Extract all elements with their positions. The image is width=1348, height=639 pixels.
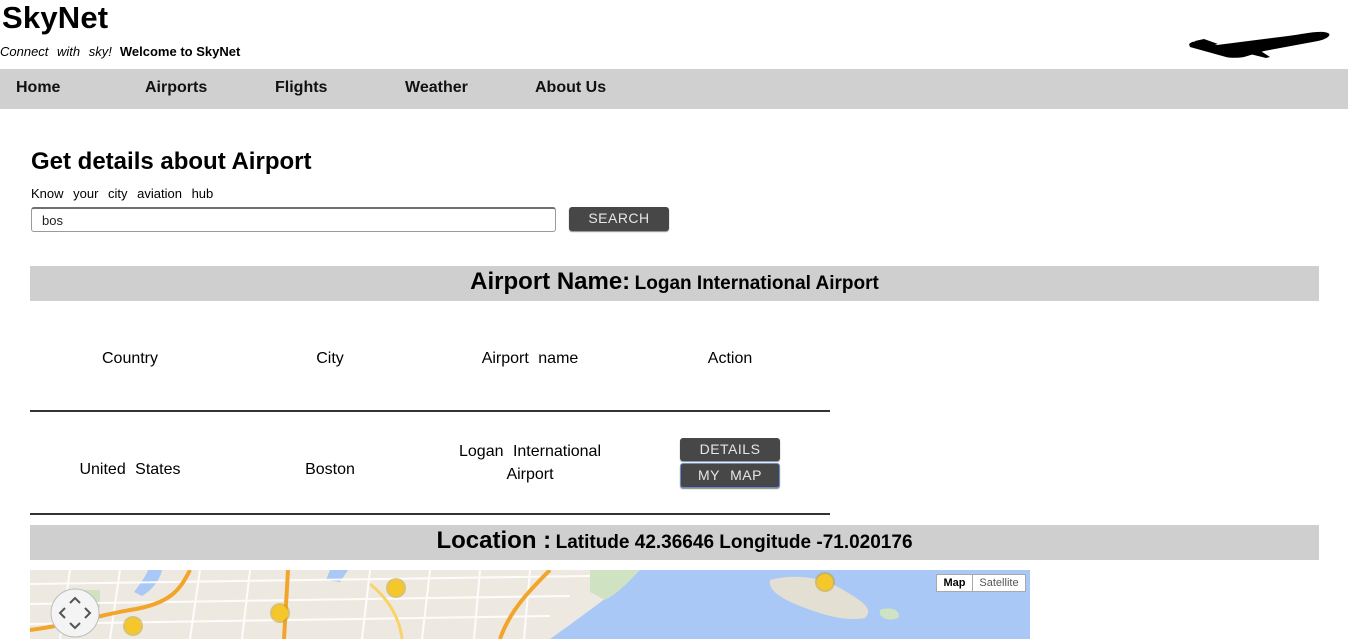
airplane-icon xyxy=(1189,31,1330,58)
location-coordinates: Latitude 42.36646 Longitude -71.020176 xyxy=(555,532,913,553)
nav-airports[interactable]: Airports xyxy=(145,69,207,109)
main-nav: Home Airports Flights Weather About Us xyxy=(0,69,1348,109)
airport-search-input[interactable] xyxy=(31,207,556,232)
weather-sun-icon[interactable] xyxy=(815,572,835,592)
location-banner: Location : Latitude 42.36646 Longitude -… xyxy=(30,525,1319,560)
nav-weather[interactable]: Weather xyxy=(405,69,468,109)
details-button[interactable]: DETAILS xyxy=(680,438,780,461)
cell-airport-name: Logan International Airport xyxy=(459,443,601,483)
weather-sun-icon[interactable] xyxy=(123,616,143,636)
nav-about-us[interactable]: About Us xyxy=(535,69,606,109)
welcome-text: Welcome to SkyNet xyxy=(119,44,241,59)
header-city: City xyxy=(316,350,344,367)
location-label: Location : xyxy=(436,527,552,554)
pan-control-icon[interactable] xyxy=(50,588,100,638)
search-subtitle: Know your city aviation hub xyxy=(31,186,214,201)
tagline: Connect with sky! xyxy=(0,44,112,59)
cell-city: Boston xyxy=(305,461,355,478)
map-type-map-button[interactable]: Map xyxy=(936,574,973,592)
header-country: Country xyxy=(101,350,159,367)
airport-name-label: Airport Name: xyxy=(470,268,631,295)
weather-sun-icon[interactable] xyxy=(386,578,406,598)
airport-name-banner: Airport Name: Logan International Airpor… xyxy=(30,266,1319,301)
site-title: SkyNet xyxy=(2,0,109,35)
map-tiles xyxy=(30,570,1030,639)
my-map-button[interactable]: MY MAP xyxy=(680,463,780,488)
brand: SkyNet xyxy=(2,0,108,36)
header-airport-name: Airport name xyxy=(481,350,579,367)
brand-subtitle: Connect with sky! Welcome to SkyNet xyxy=(0,44,240,59)
table-divider xyxy=(30,513,830,515)
airport-map[interactable]: Map Satellite xyxy=(30,570,1030,639)
search-button[interactable]: SEARCH xyxy=(569,207,669,231)
cell-country: United States xyxy=(79,461,181,478)
table-divider xyxy=(30,410,830,412)
weather-sun-icon[interactable] xyxy=(270,603,290,623)
header-action: Action xyxy=(707,350,753,367)
nav-flights[interactable]: Flights xyxy=(275,69,327,109)
nav-home[interactable]: Home xyxy=(16,69,60,109)
search-title: Get details about Airport xyxy=(31,148,312,175)
airport-name-value: Logan International Airport xyxy=(634,273,879,294)
map-type-satellite-button[interactable]: Satellite xyxy=(972,574,1026,592)
